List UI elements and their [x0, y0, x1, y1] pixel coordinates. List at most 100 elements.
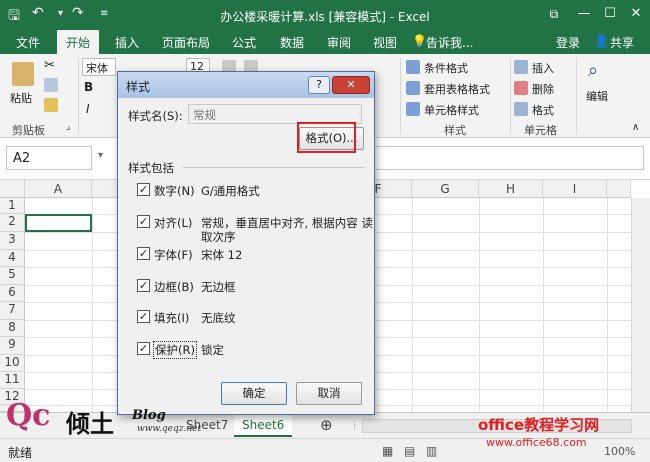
minimize-button[interactable]: —	[570, 4, 598, 24]
italic-button[interactable]: I	[86, 102, 90, 116]
tab-home[interactable]: 开始	[57, 30, 100, 54]
watermark-site: office教程学习网	[478, 416, 600, 434]
fill-checkbox[interactable]: ✓	[137, 310, 150, 323]
vertical-scrollbar[interactable]	[631, 198, 650, 412]
divider	[182, 167, 364, 168]
cancel-button[interactable]: 取消	[296, 382, 362, 405]
maximize-button[interactable]: ☐	[596, 4, 624, 24]
style-name-label: 样式名(S):	[128, 109, 183, 123]
cell-style-icon[interactable]	[406, 102, 420, 116]
name-box[interactable]: A2	[6, 146, 92, 170]
cell-style-button[interactable]: 单元格样式	[424, 102, 479, 118]
row-header[interactable]: 8	[0, 320, 25, 337]
edit-button[interactable]: 编辑	[586, 88, 608, 104]
font-desc: 宋体 12	[201, 248, 243, 262]
grid-line	[479, 198, 480, 412]
dialog-help-button[interactable]: ?	[308, 76, 330, 94]
clipboard-launcher-icon[interactable]: ⌟	[66, 122, 70, 132]
cut-icon[interactable]: ✂	[44, 58, 55, 73]
format-cells-button[interactable]: 格式	[532, 102, 554, 118]
format-painter-icon[interactable]	[44, 98, 58, 112]
ok-button[interactable]: 确定	[221, 382, 287, 405]
divider	[78, 58, 79, 134]
sheet-tab-sheet6[interactable]: Sheet6	[234, 415, 293, 437]
close-button[interactable]: ✕	[622, 4, 650, 24]
copy-icon[interactable]	[44, 78, 58, 92]
row-header[interactable]: 10	[0, 355, 25, 372]
column-header[interactable]: G	[412, 180, 479, 198]
ribbon-display-options-icon[interactable]: ⧉	[540, 4, 568, 24]
delete-cells-icon[interactable]	[514, 81, 528, 95]
row-header[interactable]: 3	[0, 232, 25, 250]
row-header[interactable]: 5	[0, 267, 25, 285]
column-header[interactable]	[607, 180, 631, 198]
user-icon: 👤	[594, 34, 609, 48]
watermark-name: 倾土	[66, 409, 114, 438]
tab-split-handle-icon[interactable]: ⋮	[350, 421, 359, 431]
table-format-button[interactable]: 套用表格格式	[424, 81, 490, 97]
fill-label: 填充(I)	[154, 311, 190, 325]
conditional-format-icon[interactable]	[406, 60, 420, 74]
paste-label[interactable]: 粘贴	[10, 90, 32, 106]
format-cells-icon[interactable]	[514, 102, 528, 116]
delete-cells-button[interactable]: 删除	[532, 81, 554, 97]
protection-checkbox[interactable]: ✓	[137, 342, 150, 355]
divider	[510, 58, 511, 134]
style-name-input[interactable]: 常规	[188, 104, 362, 124]
row-header[interactable]: 4	[0, 250, 25, 267]
collapse-ribbon-icon[interactable]: ∧	[632, 122, 639, 133]
number-checkbox[interactable]: ✓	[137, 183, 150, 196]
page-break-view-icon[interactable]: ▥	[426, 444, 437, 458]
conditional-format-button[interactable]: 条件格式	[424, 60, 468, 76]
row-header[interactable]: 1	[0, 198, 25, 214]
tab-formulas[interactable]: 公式	[232, 34, 256, 51]
tab-file[interactable]: 文件	[16, 34, 40, 51]
tell-me-box[interactable]: 告诉我...	[426, 34, 473, 51]
alignment-checkbox[interactable]: ✓	[137, 215, 150, 228]
column-header[interactable]: H	[479, 180, 543, 198]
insert-cells-icon[interactable]	[514, 60, 528, 74]
row-header[interactable]: 7	[0, 302, 25, 320]
share-button[interactable]: 共享	[610, 34, 634, 51]
selected-cell[interactable]	[25, 214, 92, 232]
page-layout-view-icon[interactable]: ▤	[404, 444, 415, 458]
column-header[interactable]: A	[25, 180, 92, 198]
login-link[interactable]: 登录	[556, 34, 580, 51]
select-all-corner[interactable]	[0, 180, 25, 198]
format-button-highlight	[297, 122, 356, 153]
row-header[interactable]: 11	[0, 372, 25, 389]
lightbulb-icon: 💡	[412, 34, 427, 48]
insert-cells-button[interactable]: 插入	[532, 60, 554, 76]
border-label: 边框(B)	[154, 280, 194, 294]
title-bar: 🖫 ↶ ▾ ↷ ≡ 办公楼采暖计算.xls [兼容模式] - Excel ⧉ —…	[0, 0, 650, 30]
bold-button[interactable]: B	[84, 80, 93, 94]
row-header[interactable]: 2	[0, 214, 25, 232]
paste-icon[interactable]	[12, 62, 34, 86]
row-header[interactable]: 6	[0, 285, 25, 302]
column-header[interactable]: I	[543, 180, 607, 198]
zoom-level[interactable]: 100%	[604, 445, 635, 458]
dialog-close-button[interactable]: ✕	[332, 76, 370, 94]
row-header[interactable]: 9	[0, 337, 25, 355]
tab-view[interactable]: 视图	[373, 34, 397, 51]
tab-review[interactable]: 审阅	[327, 34, 351, 51]
watermark-url: www.qeqz.net	[137, 424, 202, 434]
grid-line	[92, 198, 93, 412]
name-box-dropdown-icon[interactable]: ▾	[98, 150, 103, 161]
table-format-icon[interactable]	[406, 81, 420, 95]
font-checkbox[interactable]: ✓	[137, 247, 150, 260]
fill-desc: 无底纹	[201, 311, 236, 325]
watermark-site-url: www.office68.com	[486, 436, 587, 449]
font-name-combo[interactable]: 宋体	[82, 58, 116, 76]
tab-insert[interactable]: 插入	[115, 34, 139, 51]
search-icon[interactable]: ⌕	[588, 60, 598, 81]
tab-page-layout[interactable]: 页面布局	[162, 34, 210, 51]
tab-data[interactable]: 数据	[280, 34, 304, 51]
add-sheet-button[interactable]: ⊕	[316, 415, 337, 437]
normal-view-icon[interactable]: ▦	[382, 444, 393, 458]
number-label: 数字(N)	[154, 184, 195, 198]
grid-line	[607, 198, 608, 412]
border-checkbox[interactable]: ✓	[137, 279, 150, 292]
protection-label: 保护(R)	[153, 341, 197, 359]
ribbon-tabs: 文件 开始 插入 页面布局 公式 数据 审阅 视图 💡 告诉我... 登录 👤 …	[0, 30, 650, 54]
